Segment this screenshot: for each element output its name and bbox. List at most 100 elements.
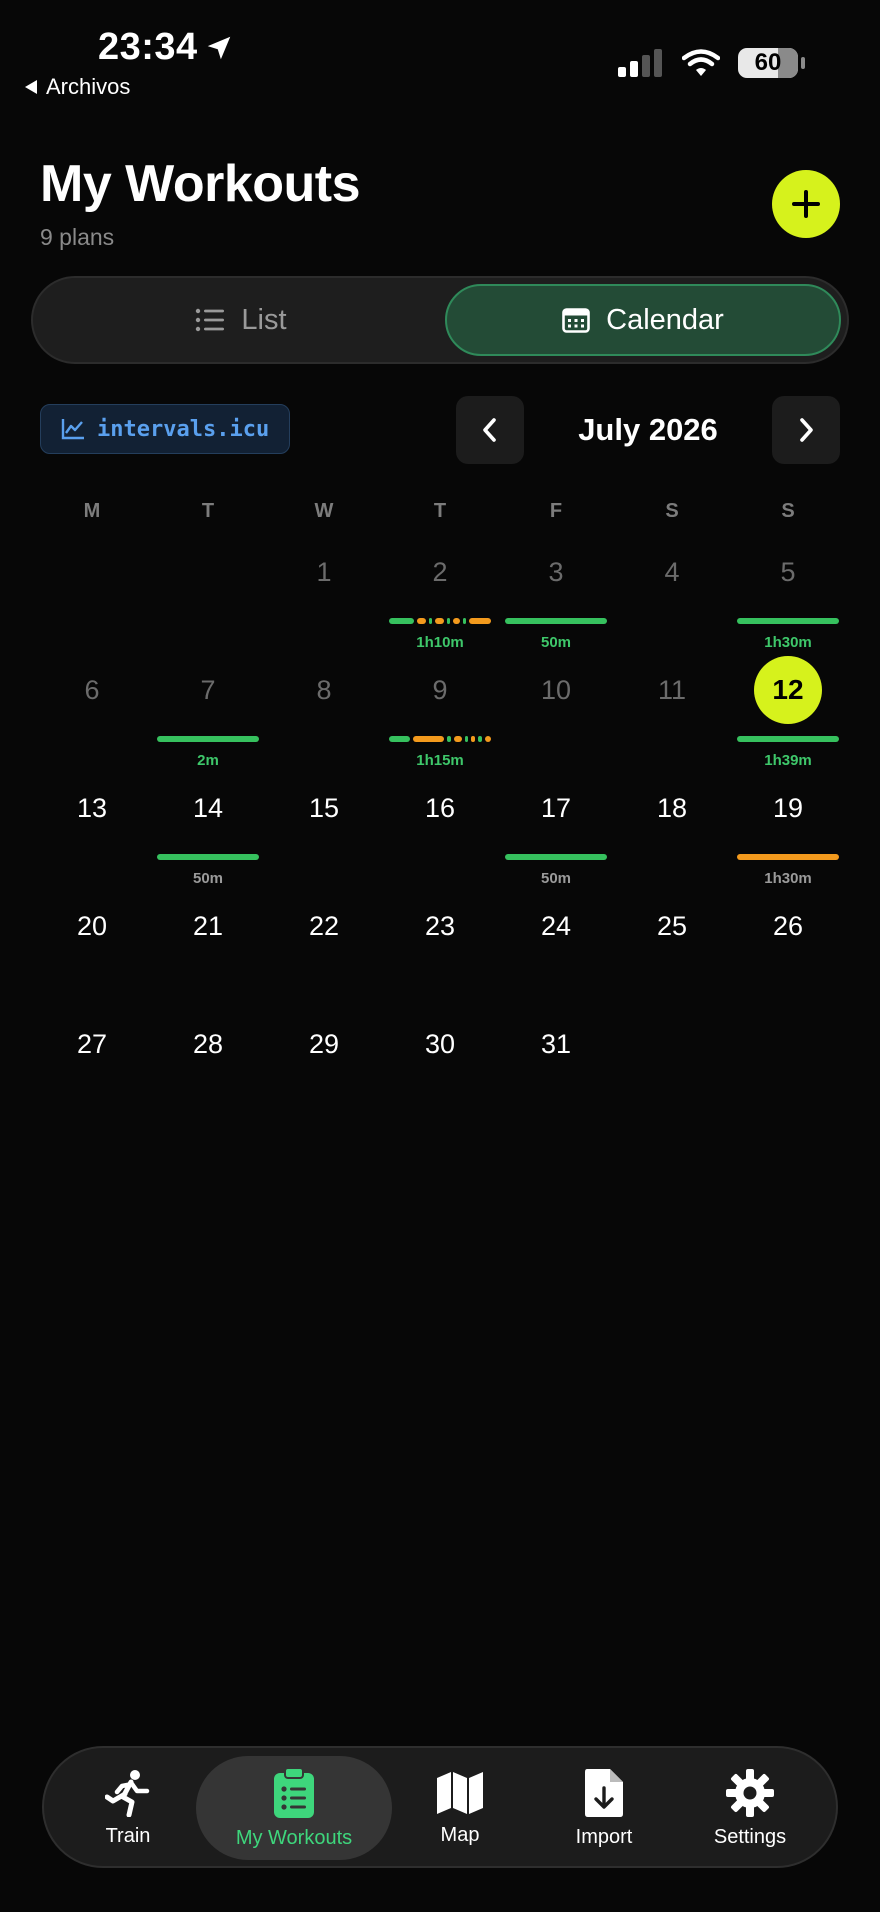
day-number: 4 — [664, 556, 680, 587]
workout-segment — [435, 618, 444, 624]
calendar-day-28[interactable]: 28 — [153, 1006, 263, 1124]
weekday-label: S — [665, 500, 679, 522]
workout-segment — [737, 736, 839, 742]
intervals-icu-link[interactable]: intervals.icu — [40, 404, 291, 454]
workout-segment — [737, 618, 839, 624]
tab-map[interactable]: Map — [394, 1756, 526, 1860]
workout-intensity-bar — [157, 736, 259, 742]
calendar-day-12[interactable]: 12 1h39m — [733, 652, 843, 770]
calendar-day-2[interactable]: 2 1h10m — [385, 534, 495, 652]
calendar-day-20[interactable]: 20 — [37, 888, 147, 1006]
list-view-tab[interactable]: List — [41, 284, 441, 356]
calendar-day-19[interactable]: 19 1h30m — [733, 770, 843, 888]
workout-segment — [470, 736, 476, 742]
calendar-day-13[interactable]: 13 — [37, 770, 147, 888]
workout-duration: 2m — [197, 752, 219, 769]
workout-segment — [505, 618, 607, 624]
calendar-day-25[interactable]: 25 — [617, 888, 727, 1006]
tab-train[interactable]: Train — [62, 1756, 194, 1860]
tab-my-workouts[interactable]: My Workouts — [196, 1756, 392, 1860]
plans-count: 9 plans — [40, 224, 115, 250]
calendar-day-7[interactable]: 7 2m — [153, 652, 263, 770]
workout-segment — [469, 618, 491, 624]
previous-month-button[interactable] — [456, 396, 524, 464]
calendar-day-6[interactable]: 6 — [37, 652, 147, 770]
calendar-day-18[interactable]: 18 — [617, 770, 727, 888]
tab-my-workouts-label: My Workouts — [235, 1826, 353, 1849]
calendar-day-4[interactable]: 4 — [617, 534, 727, 652]
day-number: 23 — [424, 910, 456, 941]
day-number: 18 — [656, 792, 688, 823]
workout-segment — [157, 854, 259, 860]
calendar-day-29[interactable]: 29 — [269, 1006, 379, 1124]
day-number: 7 — [200, 674, 216, 705]
day-number: 8 — [316, 674, 332, 705]
back-to-archivos[interactable]: Archivos — [24, 74, 130, 100]
status-time-text: 23:34 — [98, 26, 198, 68]
calendar-day-11[interactable]: 11 — [617, 652, 727, 770]
status-indicators: 60 — [618, 48, 805, 78]
weekday-header: MTWTFSS — [0, 500, 880, 530]
workout-segment — [157, 736, 259, 742]
tab-import[interactable]: Import — [538, 1756, 670, 1860]
calendar-day-14[interactable]: 14 50m — [153, 770, 263, 888]
battery-indicator: 60 — [738, 48, 805, 78]
day-number: 6 — [84, 674, 100, 705]
calendar-day-10[interactable]: 10 — [501, 652, 611, 770]
day-number: 19 — [772, 792, 804, 823]
day-number: 29 — [308, 1028, 340, 1059]
calendar-day-16[interactable]: 16 — [385, 770, 495, 888]
workout-segment — [412, 736, 445, 742]
calendar-day-17[interactable]: 17 50m — [501, 770, 611, 888]
today-date-number: 12 — [733, 652, 843, 728]
workout-duration: 1h30m — [764, 870, 812, 887]
page-title: My Workouts — [40, 155, 361, 213]
plus-icon — [792, 190, 820, 218]
calendar-day-15[interactable]: 15 — [269, 770, 379, 888]
calendar-day-5[interactable]: 5 1h30m — [733, 534, 843, 652]
clipboard-icon — [274, 1766, 314, 1818]
add-workout-button[interactable] — [772, 170, 840, 238]
calendar-day-21[interactable]: 21 — [153, 888, 263, 1006]
calendar-day-31[interactable]: 31 — [501, 1006, 611, 1124]
back-label: Archivos — [46, 74, 131, 99]
workout-intensity-bar — [389, 618, 491, 624]
calendar-view-label: Calendar — [606, 303, 724, 336]
tab-settings[interactable]: Settings — [682, 1756, 818, 1860]
calendar-day-8[interactable]: 8 — [269, 652, 379, 770]
workout-segment — [464, 736, 468, 742]
day-number: 3 — [548, 556, 564, 587]
next-month-button[interactable] — [772, 396, 840, 464]
workout-intensity-bar — [505, 618, 607, 624]
workout-intensity-bar — [505, 854, 607, 860]
workout-segment — [462, 618, 467, 624]
workout-duration: 1h10m — [416, 634, 464, 651]
view-toggle: List Calendar — [31, 276, 849, 364]
calendar-day-3[interactable]: 3 50m — [501, 534, 611, 652]
day-number: 28 — [192, 1028, 224, 1059]
calendar-day-9[interactable]: 9 1h15m — [385, 652, 495, 770]
workout-segment — [446, 618, 450, 624]
day-number: 15 — [308, 792, 340, 823]
workout-duration: 1h15m — [416, 752, 464, 769]
calendar-day-23[interactable]: 23 — [385, 888, 495, 1006]
cellular-signal-icon — [618, 49, 662, 77]
workout-segment — [428, 618, 433, 624]
day-number: 2 — [432, 556, 448, 587]
calendar-day-26[interactable]: 26 — [733, 888, 843, 1006]
workout-duration: 50m — [540, 870, 572, 887]
calendar-day-22[interactable]: 22 — [269, 888, 379, 1006]
workout-segment — [389, 736, 410, 742]
month-title: July 2026 — [578, 412, 718, 447]
calendar-day-30[interactable]: 30 — [385, 1006, 495, 1124]
calendar-view-tab[interactable]: Calendar — [445, 284, 841, 356]
day-number: 22 — [308, 910, 340, 941]
day-number: 17 — [540, 792, 572, 823]
calendar-day-1[interactable]: 1 — [269, 534, 379, 652]
list-view-label: List — [241, 303, 287, 336]
day-number: 31 — [540, 1028, 572, 1059]
weekday-label: T — [201, 500, 215, 522]
calendar-day-24[interactable]: 24 — [501, 888, 611, 1006]
day-number: 10 — [540, 674, 572, 705]
calendar-day-27[interactable]: 27 — [37, 1006, 147, 1124]
